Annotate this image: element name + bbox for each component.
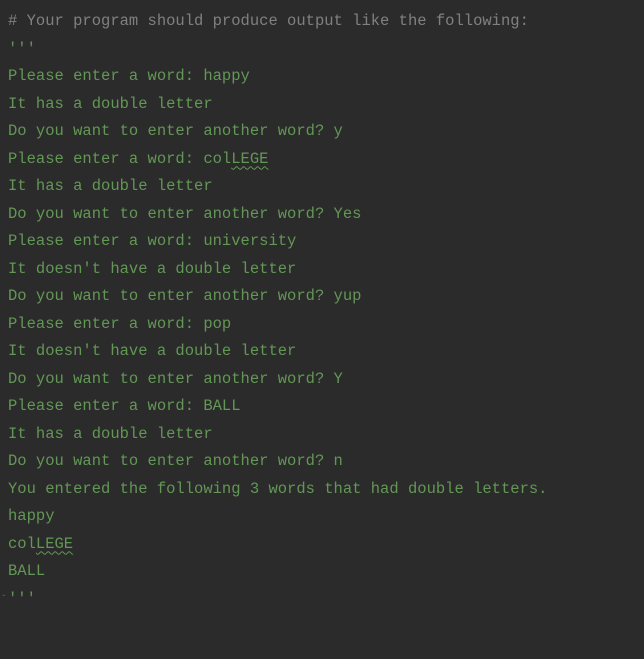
code-line: Please enter a word: BALL: [8, 393, 644, 421]
line-highlight: [0, 531, 644, 559]
comment-text: # Your program should produce output lik…: [8, 12, 529, 30]
code-line: Do you want to enter another word? y: [8, 118, 644, 146]
fold-marker[interactable]: ⌃: [0, 586, 10, 596]
code-line: It doesn't have a double letter: [8, 256, 644, 284]
code-line: Please enter a word: pop: [8, 311, 644, 339]
output-text: happy: [8, 507, 55, 525]
output-text: Please enter a word: col: [8, 150, 231, 168]
output-text: Do you want to enter another word? n: [8, 452, 343, 470]
output-text: Do you want to enter another word? Yes: [8, 205, 361, 223]
docstring-close: ''': [8, 590, 36, 608]
output-text: Please enter a word: happy: [8, 67, 250, 85]
output-text: It doesn't have a double letter: [8, 260, 296, 278]
fold-marker[interactable]: ⌄: [0, 36, 10, 46]
output-text: Do you want to enter another word? y: [8, 122, 343, 140]
output-text: It has a double letter: [8, 177, 213, 195]
code-line-docstring-close: ⌃''': [8, 586, 644, 614]
code-line: Please enter a word: happy: [8, 63, 644, 91]
output-text: Please enter a word: university: [8, 232, 296, 250]
output-text: It doesn't have a double letter: [8, 342, 296, 360]
code-line: Do you want to enter another word? Yes: [8, 201, 644, 229]
docstring-open: ''': [8, 40, 36, 58]
code-line: Do you want to enter another word? n: [8, 448, 644, 476]
typo-underline: LEGE: [231, 150, 268, 168]
code-line-docstring-open: ⌄''': [8, 36, 644, 64]
code-line: Please enter a word: colLEGE: [8, 146, 644, 174]
output-text: Please enter a word: BALL: [8, 397, 241, 415]
code-line-comment: # Your program should produce output lik…: [8, 8, 644, 36]
code-line: happy: [8, 503, 644, 531]
output-text: col: [8, 535, 36, 553]
output-text: Do you want to enter another word? Y: [8, 370, 343, 388]
output-text: Please enter a word: pop: [8, 315, 231, 333]
output-text: It has a double letter: [8, 95, 213, 113]
code-line: You entered the following 3 words that h…: [8, 476, 644, 504]
typo-underline: LEGE: [36, 535, 73, 553]
output-text: You entered the following 3 words that h…: [8, 480, 548, 498]
code-line: BALL: [8, 558, 644, 586]
code-line: Please enter a word: university: [8, 228, 644, 256]
code-line: It has a double letter: [8, 91, 644, 119]
output-text: BALL: [8, 562, 45, 580]
code-line: It has a double letter: [8, 173, 644, 201]
output-text: It has a double letter: [8, 425, 213, 443]
output-text: Do you want to enter another word? yup: [8, 287, 361, 305]
code-line: Do you want to enter another word? yup: [8, 283, 644, 311]
code-line: Do you want to enter another word? Y: [8, 366, 644, 394]
code-line: It has a double letter: [8, 421, 644, 449]
code-line: It doesn't have a double letter: [8, 338, 644, 366]
code-line-highlighted: colLEGE: [8, 531, 644, 559]
